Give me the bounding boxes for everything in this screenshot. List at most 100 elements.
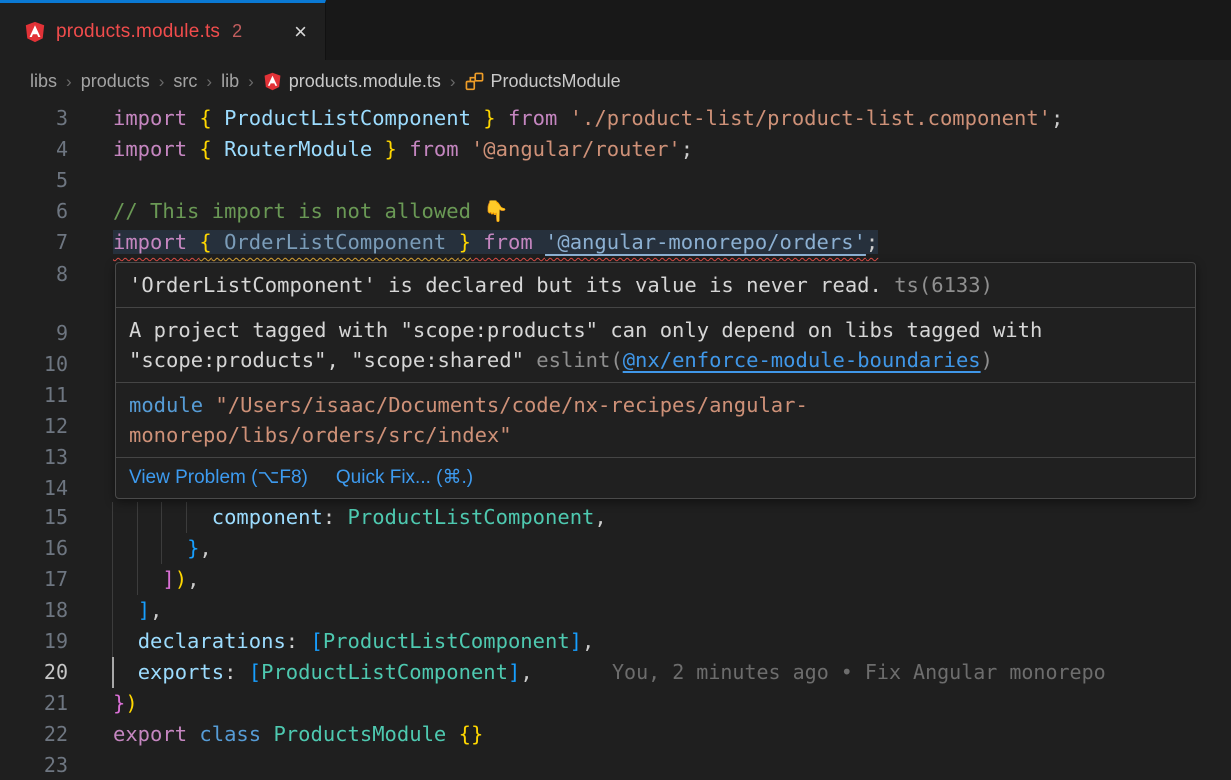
breadcrumb-item-products-module-ts[interactable]: products.module.ts: [263, 71, 441, 92]
code-token: }: [385, 137, 397, 161]
breadcrumb-item-productsmodule[interactable]: ProductsModule: [465, 71, 621, 92]
line-number[interactable]: 7: [0, 227, 68, 258]
code-token: 👇: [483, 199, 509, 223]
code-token: exports: [138, 660, 224, 684]
line-number[interactable]: 18: [0, 595, 68, 626]
line-number[interactable]: 3: [0, 103, 68, 134]
breadcrumb: libs›products›src›lib›products.module.ts…: [0, 60, 1231, 103]
tab-bar: products.module.ts 2 ×: [0, 0, 1231, 60]
code-token: ]: [138, 598, 150, 622]
chevron-right-icon: ›: [159, 72, 165, 92]
tab-problems-badge: 2: [232, 21, 242, 42]
eslint-rule-link[interactable]: @nx/enforce-module-boundaries: [623, 348, 981, 372]
code-token: :: [224, 660, 249, 684]
code-token: [212, 106, 224, 130]
code-token: {: [199, 106, 211, 130]
line-number[interactable]: 12: [0, 411, 68, 442]
hover-diagnostics-popup: 'OrderListComponent' is declared but its…: [115, 262, 1196, 499]
code-token: ProductListComponent: [224, 106, 471, 130]
code-token: import: [113, 106, 187, 130]
code-line[interactable]: 22 export class ProductsModule {}: [0, 719, 1231, 750]
close-icon[interactable]: ×: [290, 19, 311, 45]
line-number[interactable]: 20: [0, 657, 68, 688]
code-line[interactable]: 23: [0, 750, 1231, 780]
code-token: }: [483, 106, 495, 130]
breadcrumb-item-src[interactable]: src: [173, 71, 197, 92]
view-problem-button[interactable]: View Problem (⌥F8): [129, 465, 308, 491]
hover-status-bar: View Problem (⌥F8) Quick Fix... (⌘.): [116, 458, 1195, 498]
class-symbol-icon: [465, 72, 484, 91]
code-token: [113, 536, 187, 560]
code-line[interactable]: 17 ]),: [0, 564, 1231, 595]
chevron-right-icon: ›: [206, 72, 212, 92]
line-number[interactable]: 23: [0, 750, 68, 780]
breadcrumb-label: products.module.ts: [289, 71, 441, 92]
line-number[interactable]: 13: [0, 442, 68, 473]
line-number[interactable]: 5: [0, 165, 68, 196]
line-number[interactable]: 14: [0, 473, 68, 504]
code-line[interactable]: 6 // This import is not allowed 👇: [0, 196, 1231, 227]
line-number[interactable]: 6: [0, 196, 68, 227]
code-token: from: [483, 230, 532, 254]
code-text: declarations: [ProductListComponent],: [113, 626, 594, 657]
line-number[interactable]: 4: [0, 134, 68, 165]
code-token: ;: [866, 230, 878, 254]
line-number[interactable]: 15: [0, 502, 68, 533]
breadcrumb-item-products[interactable]: products: [81, 71, 150, 92]
code-token: ): [125, 691, 137, 715]
code-text: },: [113, 533, 212, 564]
code-token: [459, 137, 471, 161]
code-token: ProductListComponent: [261, 660, 508, 684]
code-token: {}: [459, 722, 484, 746]
code-token: [113, 629, 138, 653]
line-number[interactable]: 16: [0, 533, 68, 564]
breadcrumb-label: src: [173, 71, 197, 92]
line-number[interactable]: 9: [0, 318, 68, 349]
line-number[interactable]: 8: [0, 259, 68, 290]
breadcrumb-item-lib[interactable]: lib: [221, 71, 239, 92]
code-token: [471, 230, 483, 254]
code-token: ,: [187, 567, 199, 591]
quick-fix-button[interactable]: Quick Fix... (⌘.): [336, 465, 473, 491]
line-number[interactable]: 19: [0, 626, 68, 657]
code-token: [187, 137, 199, 161]
line-number[interactable]: 22: [0, 719, 68, 750]
code-token: [: [249, 660, 261, 684]
code-text: // This import is not allowed 👇: [113, 196, 509, 227]
code-token: '@angular/router': [471, 137, 681, 161]
code-token: ProductsModule: [273, 722, 446, 746]
code-token: ProductListComponent: [323, 629, 570, 653]
code-line[interactable]: 5: [0, 165, 1231, 196]
code-line[interactable]: 18 ],: [0, 595, 1231, 626]
code-token: from: [409, 137, 458, 161]
code-line[interactable]: 3import { ProductListComponent } from '.…: [0, 103, 1231, 134]
line-number[interactable]: 21: [0, 688, 68, 719]
code-token: ,: [582, 629, 594, 653]
code-line[interactable]: 4import { RouterModule } from '@angular/…: [0, 134, 1231, 165]
code-line[interactable]: 21}): [0, 688, 1231, 719]
code-line[interactable]: 19 declarations: [ProductListComponent],: [0, 626, 1231, 657]
line-number[interactable]: 10: [0, 349, 68, 380]
code-line[interactable]: 15 component: ProductListComponent,: [0, 502, 1231, 533]
code-text: export class ProductsModule {}: [113, 719, 483, 750]
code-token: declarations: [138, 629, 286, 653]
code-token: export: [113, 722, 187, 746]
code-token: [113, 598, 138, 622]
code-line[interactable]: 16 },: [0, 533, 1231, 564]
code-editor[interactable]: 'OrderListComponent' is declared but its…: [0, 103, 1231, 780]
code-token: :: [286, 629, 311, 653]
code-text: exports: [ProductListComponent],: [113, 657, 533, 688]
breadcrumb-item-libs[interactable]: libs: [30, 71, 57, 92]
line-number[interactable]: 17: [0, 564, 68, 595]
code-token: }: [113, 691, 125, 715]
code-token: [397, 137, 409, 161]
module-path-info: module "/Users/isaac/Documents/code/nx-r…: [116, 383, 1195, 458]
line-number[interactable]: 11: [0, 380, 68, 411]
module-link[interactable]: '@angular-monorepo/orders': [545, 230, 866, 254]
code-line[interactable]: 7import { OrderListComponent } from '@an…: [0, 227, 1231, 258]
code-line[interactable]: 20 exports: [ProductListComponent],You, …: [0, 657, 1231, 688]
tab-products-module[interactable]: products.module.ts 2 ×: [0, 0, 326, 60]
code-token: }: [187, 536, 199, 560]
code-token: [496, 106, 508, 130]
angular-file-icon: [24, 21, 46, 43]
